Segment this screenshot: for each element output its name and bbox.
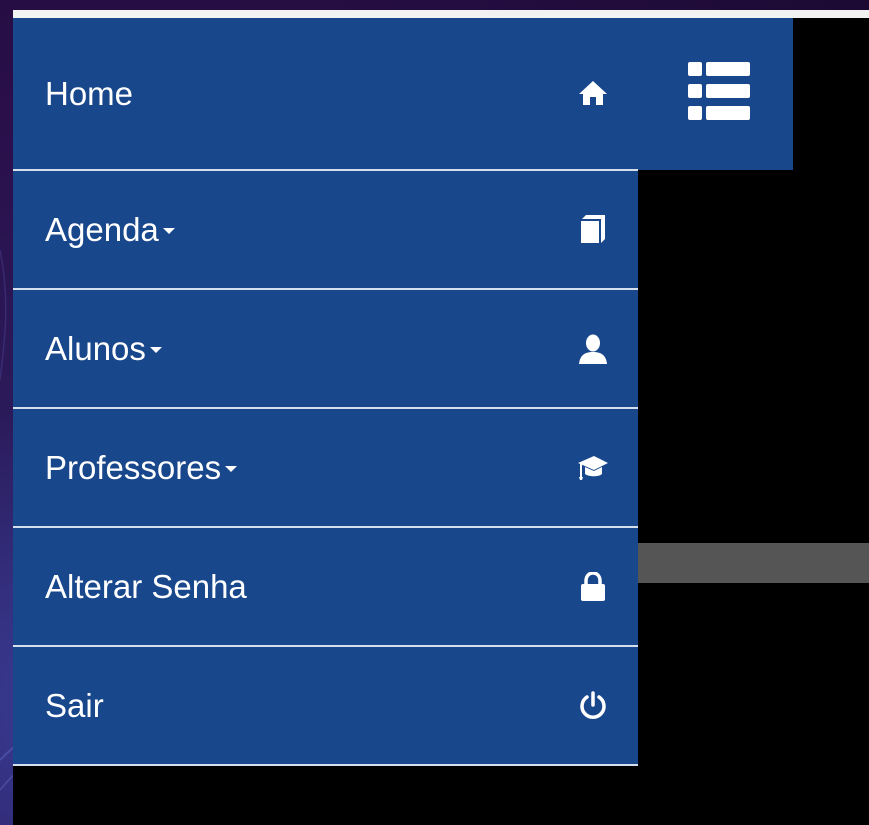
caret-down-icon [225,466,238,473]
side-menu: Agenda Alunos Professores Alterar Senha … [13,169,638,766]
list-icon [688,61,750,125]
menu-item-agenda[interactable]: Agenda [13,171,638,290]
menu-item-agenda-label: Agenda [45,211,159,248]
graduation-cap-icon [575,450,611,486]
lock-icon [575,569,611,605]
menu-item-professores-label: Professores [45,449,222,486]
menu-item-agenda-label-wrap: Agenda [45,213,175,246]
menu-item-professores-label-wrap: Professores [45,449,238,486]
user-icon [575,331,611,367]
menu-item-alterar-senha-label: Alterar Senha [45,568,247,605]
menu-item-alunos[interactable]: Alunos [13,290,638,409]
app-window: Home Agenda Alunos Professores Alterar S… [13,10,869,825]
menu-item-home[interactable]: Home [13,18,638,168]
menu-item-alunos-label-wrap: Alunos [45,332,162,365]
menu-toggle-button[interactable] [685,61,753,125]
home-icon [575,75,611,111]
menu-item-sair-label: Sair [45,687,104,724]
menu-item-sair[interactable]: Sair [13,647,638,766]
content-strip [638,543,869,583]
menu-item-professores[interactable]: Professores [13,409,638,528]
book-icon [575,212,611,248]
caret-down-icon [162,228,175,235]
menu-item-alterar-senha[interactable]: Alterar Senha [13,528,638,647]
caret-down-icon [149,347,162,354]
menu-item-home-label: Home [45,74,134,112]
power-icon [575,688,611,724]
menu-item-alunos-label: Alunos [45,330,146,367]
window-top-border [13,10,869,18]
